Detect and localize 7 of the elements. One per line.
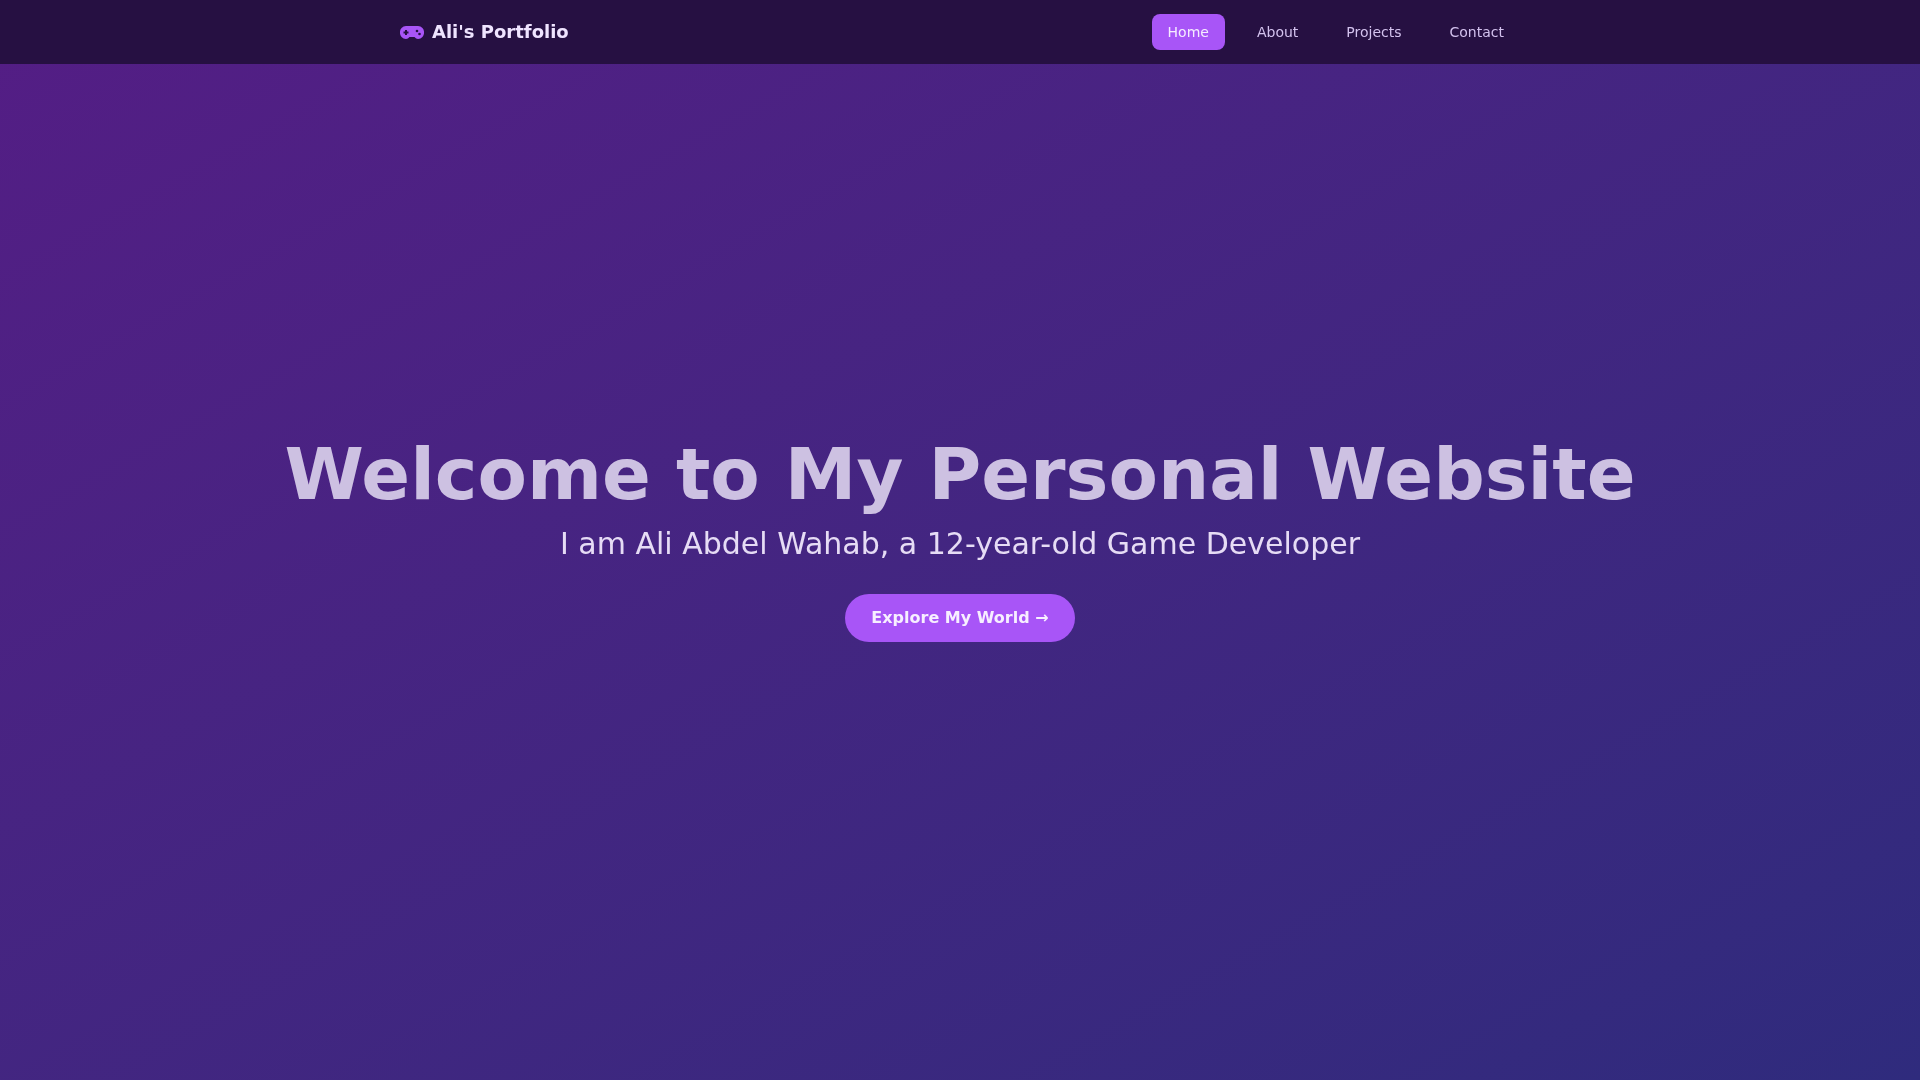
site-logo-text[interactable]: Ali's Portfolio — [432, 18, 569, 46]
nav-link[interactable]: Contact — [1433, 14, 1520, 50]
explore-button[interactable]: Explore My World → — [845, 594, 1075, 642]
hero-subtitle: I am Ali Abdel Wahab, a 12-year-old Game Developer — [560, 526, 1360, 562]
nav-link[interactable]: Projects — [1330, 14, 1418, 50]
nav-link[interactable]: About — [1240, 14, 1315, 50]
gamepad-icon — [400, 25, 424, 39]
